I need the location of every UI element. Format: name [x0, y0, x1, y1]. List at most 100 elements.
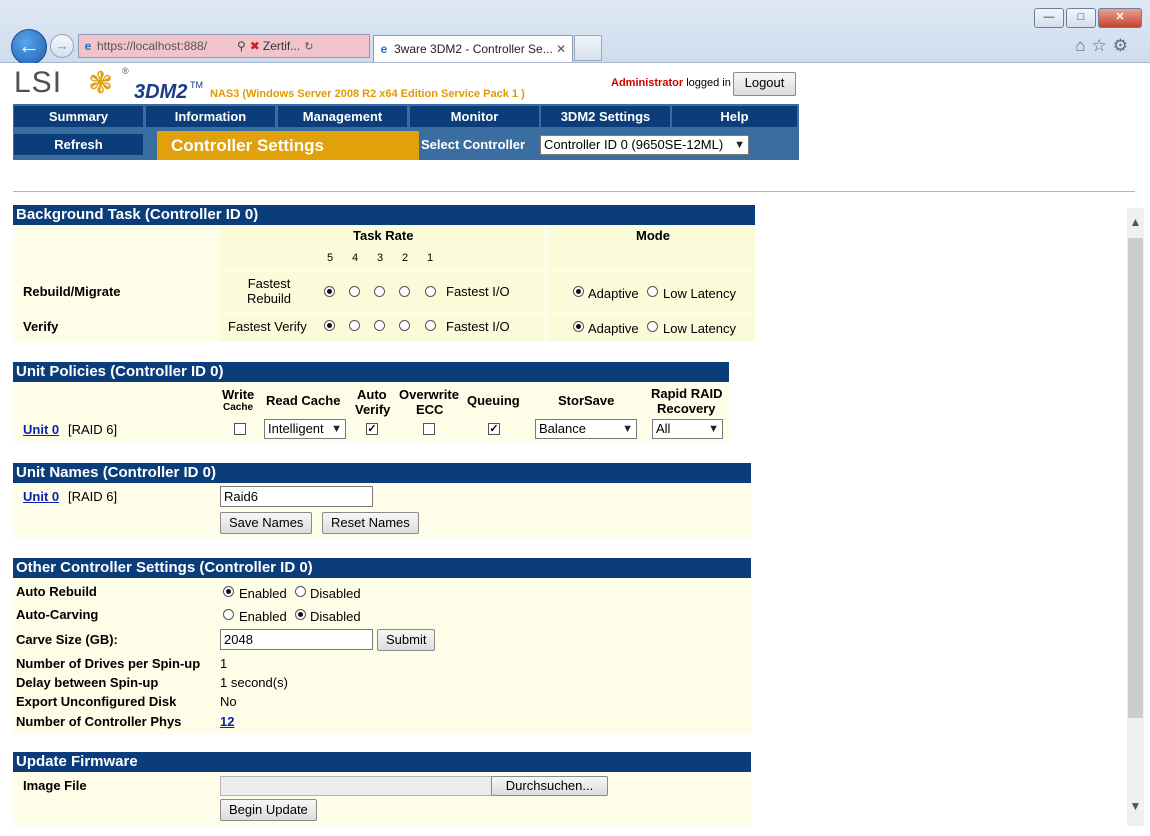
auto-rebuild-label: Auto Rebuild: [16, 584, 97, 599]
auto-verify-header-1: Auto: [357, 387, 387, 402]
nav-monitor[interactable]: Monitor: [410, 106, 539, 127]
chevron-down-icon: ▼: [708, 423, 719, 435]
verify-rate-2-radio[interactable]: [399, 320, 410, 331]
rebuild-mode-low-latency-radio[interactable]: [647, 286, 658, 297]
nav-3dm2-settings[interactable]: 3DM2 Settings: [541, 106, 670, 127]
scroll-down-icon[interactable]: ▼: [1127, 796, 1144, 816]
queuing-header: Queuing: [467, 393, 520, 408]
cert-error-icon[interactable]: ✖: [250, 39, 260, 53]
rebuild-rate-5-radio[interactable]: [324, 286, 335, 297]
minimize-icon[interactable]: —: [1034, 8, 1064, 28]
verify-mode-low-latency-label: Low Latency: [663, 321, 736, 336]
user-name: Administrator: [611, 77, 684, 89]
unit-name-input[interactable]: Raid6: [220, 486, 373, 507]
browser-tab[interactable]: e 3ware 3DM2 - Controller Se... ✕: [373, 35, 573, 62]
verify-mode-adaptive-radio[interactable]: [573, 321, 584, 332]
image-file-label: Image File: [23, 778, 87, 793]
auto-rebuild-enabled-label: Enabled: [239, 586, 287, 601]
reset-names-button[interactable]: Reset Names: [322, 512, 419, 534]
overwrite-ecc-header-2: ECC: [416, 402, 444, 417]
logout-button[interactable]: Logout: [733, 72, 796, 96]
rapid-raid-header-1: Rapid RAID: [651, 386, 723, 401]
select-controller-dropdown[interactable]: Controller ID 0 (9650SE-12ML) ▼: [540, 135, 749, 155]
unit-0-raid-label: [RAID 6]: [68, 422, 118, 437]
nav-help[interactable]: Help: [672, 106, 797, 127]
nav-information[interactable]: Information: [146, 106, 275, 127]
window-controls: — □ ✕: [1032, 8, 1142, 28]
rebuild-mode-low-latency-label: Low Latency: [663, 286, 736, 301]
gear-icon[interactable]: ⚙: [1113, 36, 1134, 55]
fastest-verify-label: Fastest Verify: [228, 319, 307, 334]
nav-management[interactable]: Management: [278, 106, 407, 127]
vertical-scrollbar[interactable]: ▲ ▼: [1127, 208, 1144, 826]
delay-spinup-value: 1 second(s): [220, 675, 288, 690]
delay-spinup-label: Delay between Spin-up: [16, 675, 159, 690]
drives-per-spinup-label: Number of Drives per Spin-up: [16, 656, 201, 671]
logo-registered-icon: ®: [122, 66, 129, 76]
address-url[interactable]: https://localhost:888/: [97, 39, 237, 53]
storsave-select[interactable]: Balance ▼: [535, 419, 637, 439]
cert-error-label[interactable]: Zertif...: [263, 39, 300, 53]
new-tab-button[interactable]: [574, 35, 602, 61]
verify-rate-3-radio[interactable]: [374, 320, 385, 331]
rebuild-rate-4-radio[interactable]: [349, 286, 360, 297]
auto-verify-checkbox[interactable]: ✓: [366, 423, 378, 435]
rebuild-rate-2-radio[interactable]: [399, 286, 410, 297]
begin-update-button[interactable]: Begin Update: [220, 799, 317, 821]
update-firmware-header: Update Firmware: [13, 752, 751, 772]
unit-0-policies-link[interactable]: Unit 0: [23, 422, 59, 437]
verify-rate-5-radio[interactable]: [324, 320, 335, 331]
search-icon[interactable]: ⚲: [237, 39, 246, 53]
auto-carving-enabled-label: Enabled: [239, 609, 287, 624]
forward-arrow-icon[interactable]: →: [50, 34, 74, 58]
carve-size-input[interactable]: 2048: [220, 629, 373, 650]
favorites-star-icon[interactable]: ☆: [1092, 36, 1113, 55]
task-rate-header: Task Rate: [353, 228, 414, 243]
read-cache-select[interactable]: Intelligent ▼: [264, 419, 346, 439]
scrollbar-thumb[interactable]: [1128, 238, 1143, 718]
save-names-button[interactable]: Save Names: [220, 512, 313, 534]
auto-carving-disabled-radio[interactable]: [295, 609, 306, 620]
carve-size-label: Carve Size (GB):: [16, 632, 118, 647]
export-unconfigured-value: No: [220, 694, 237, 709]
write-cache-checkbox[interactable]: [234, 423, 246, 435]
rate-3-label: 3: [377, 252, 384, 264]
verify-rate-4-radio[interactable]: [349, 320, 360, 331]
image-file-input[interactable]: [220, 776, 492, 796]
product-name: 3DM2: [134, 81, 188, 103]
maximize-icon[interactable]: □: [1066, 8, 1096, 28]
background-task-header: Background Task (Controller ID 0): [13, 205, 755, 225]
verify-fastest-io-label: Fastest I/O: [446, 319, 510, 334]
auto-carving-enabled-radio[interactable]: [223, 609, 234, 620]
auto-rebuild-enabled-radio[interactable]: [223, 586, 234, 597]
overwrite-ecc-checkbox[interactable]: [423, 423, 435, 435]
address-bar[interactable]: e https://localhost:888/ ⚲ ✖ Zertif... ↻: [78, 34, 370, 58]
nav-summary[interactable]: Summary: [14, 106, 143, 127]
scroll-up-icon[interactable]: ▲: [1127, 212, 1144, 232]
browse-button[interactable]: Durchsuchen...: [491, 776, 608, 796]
rebuild-rate-3-radio[interactable]: [374, 286, 385, 297]
storsave-header: StorSave: [558, 393, 615, 408]
refresh-icon[interactable]: ↻: [304, 40, 315, 53]
rapid-raid-select[interactable]: All ▼: [652, 419, 723, 439]
back-arrow-icon[interactable]: ←: [11, 29, 47, 65]
select-controller-value: Controller ID 0 (9650SE-12ML): [544, 137, 724, 152]
page-title: Controller Settings: [157, 131, 419, 160]
unit-0-names-link[interactable]: Unit 0: [23, 489, 59, 504]
auto-rebuild-disabled-radio[interactable]: [295, 586, 306, 597]
carve-size-submit-button[interactable]: Submit: [377, 629, 436, 651]
rebuild-rate-1-radio[interactable]: [425, 286, 436, 297]
controller-phys-link[interactable]: 12: [220, 714, 234, 729]
home-icon[interactable]: ⌂: [1075, 36, 1091, 55]
browser-chrome: — □ ✕ ← → e https://localhost:888/ ⚲ ✖ Z…: [0, 0, 1150, 65]
close-icon[interactable]: ✕: [1098, 8, 1142, 28]
verify-rate-1-radio[interactable]: [425, 320, 436, 331]
nav-refresh[interactable]: Refresh: [14, 134, 143, 155]
queuing-checkbox[interactable]: ✓: [488, 423, 500, 435]
ie-tab-icon: e: [380, 42, 388, 56]
tab-close-icon[interactable]: ✕: [556, 42, 572, 56]
rebuild-mode-adaptive-radio[interactable]: [573, 286, 584, 297]
host-info: NAS3 (Windows Server 2008 R2 x64 Edition…: [210, 88, 525, 100]
verify-mode-low-latency-radio[interactable]: [647, 321, 658, 332]
chevron-down-icon: ▼: [331, 423, 342, 435]
